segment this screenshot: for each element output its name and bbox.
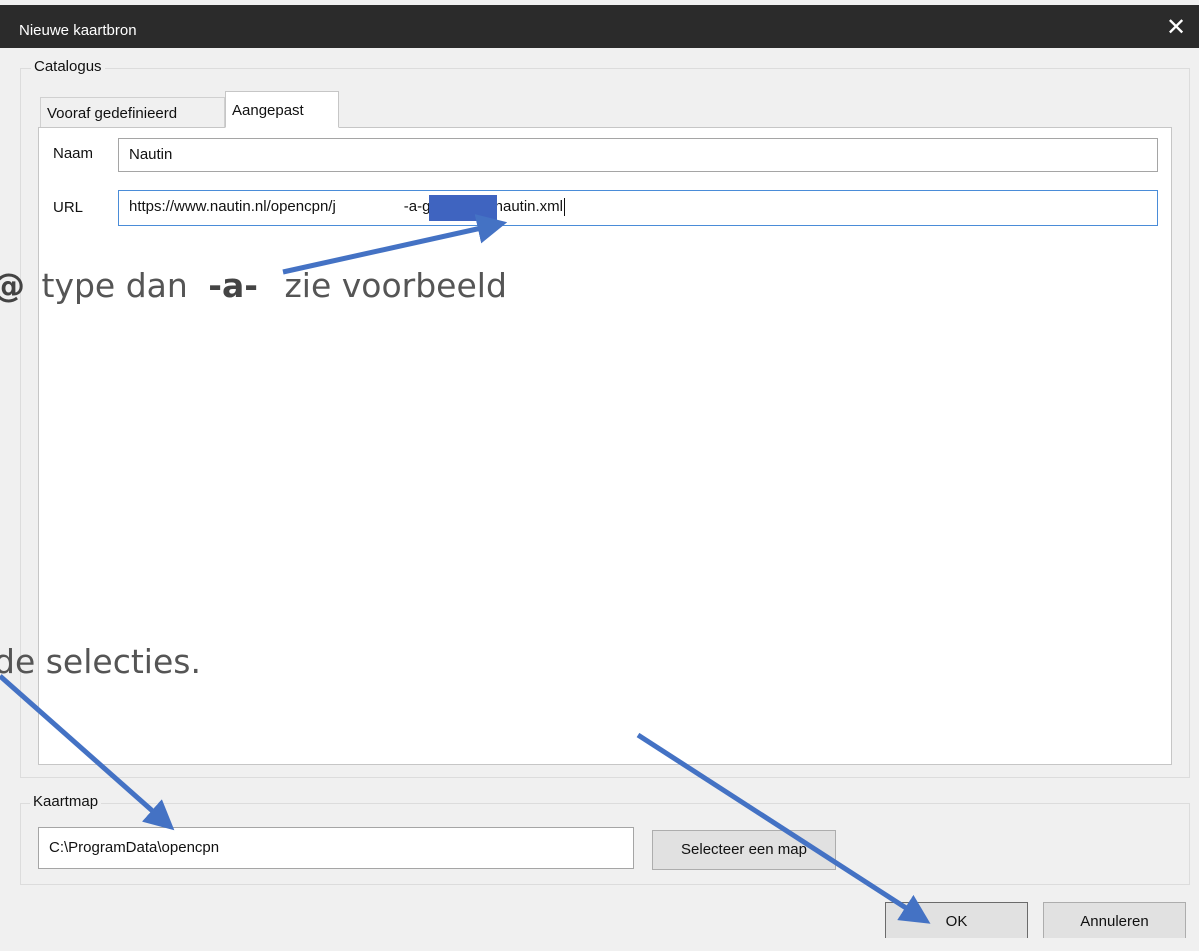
ok-button[interactable]: OK [885,902,1028,942]
url-label: URL [53,199,84,216]
annotation-dash-a: -a- [208,266,258,305]
annotation-at-sign: @ [0,266,25,305]
select-folder-button[interactable]: Selecteer een map [652,830,836,870]
kaartmap-group-label: Kaartmap [30,793,102,810]
name-label: Naam [53,145,94,162]
url-value-start: https://www.nautin.nl/opencpn/j [129,198,336,215]
window-title: Nieuwe kaartbron [19,22,137,39]
cancel-button[interactable]: Annuleren [1043,902,1186,942]
text-caret [564,198,566,217]
catalog-group-label: Catalogus [31,58,105,75]
annotation-type-dan: type dan [41,266,188,305]
redaction-box [429,195,497,221]
name-value: Nautin [129,146,173,163]
title-bar[interactable]: Nieuwe kaartbron ✕ [0,5,1199,48]
url-input[interactable]: https://www.nautin.nl/opencpn/j-a-gmail.… [118,190,1158,226]
tab-predefined[interactable]: Vooraf gedefinieerd [40,97,225,128]
annotation-line-1: @ type dan -a- zie voorbeeld [0,266,507,305]
annotation-zie-voorbeeld: zie voorbeeld [284,266,507,305]
kaartmap-path-input[interactable]: C:\ProgramData\opencpn [38,827,634,869]
dialog-window: Nieuwe kaartbron ✕ Catalogus Vooraf gede… [0,0,1199,951]
tab-custom[interactable]: Aangepast [225,91,339,128]
bottom-strip [0,938,1199,951]
close-icon[interactable]: ✕ [1161,13,1191,43]
kaartmap-path-value: C:\ProgramData\opencpn [49,839,220,856]
name-input[interactable]: Nautin [118,138,1158,172]
annotation-line-2: de selecties. [0,642,201,681]
